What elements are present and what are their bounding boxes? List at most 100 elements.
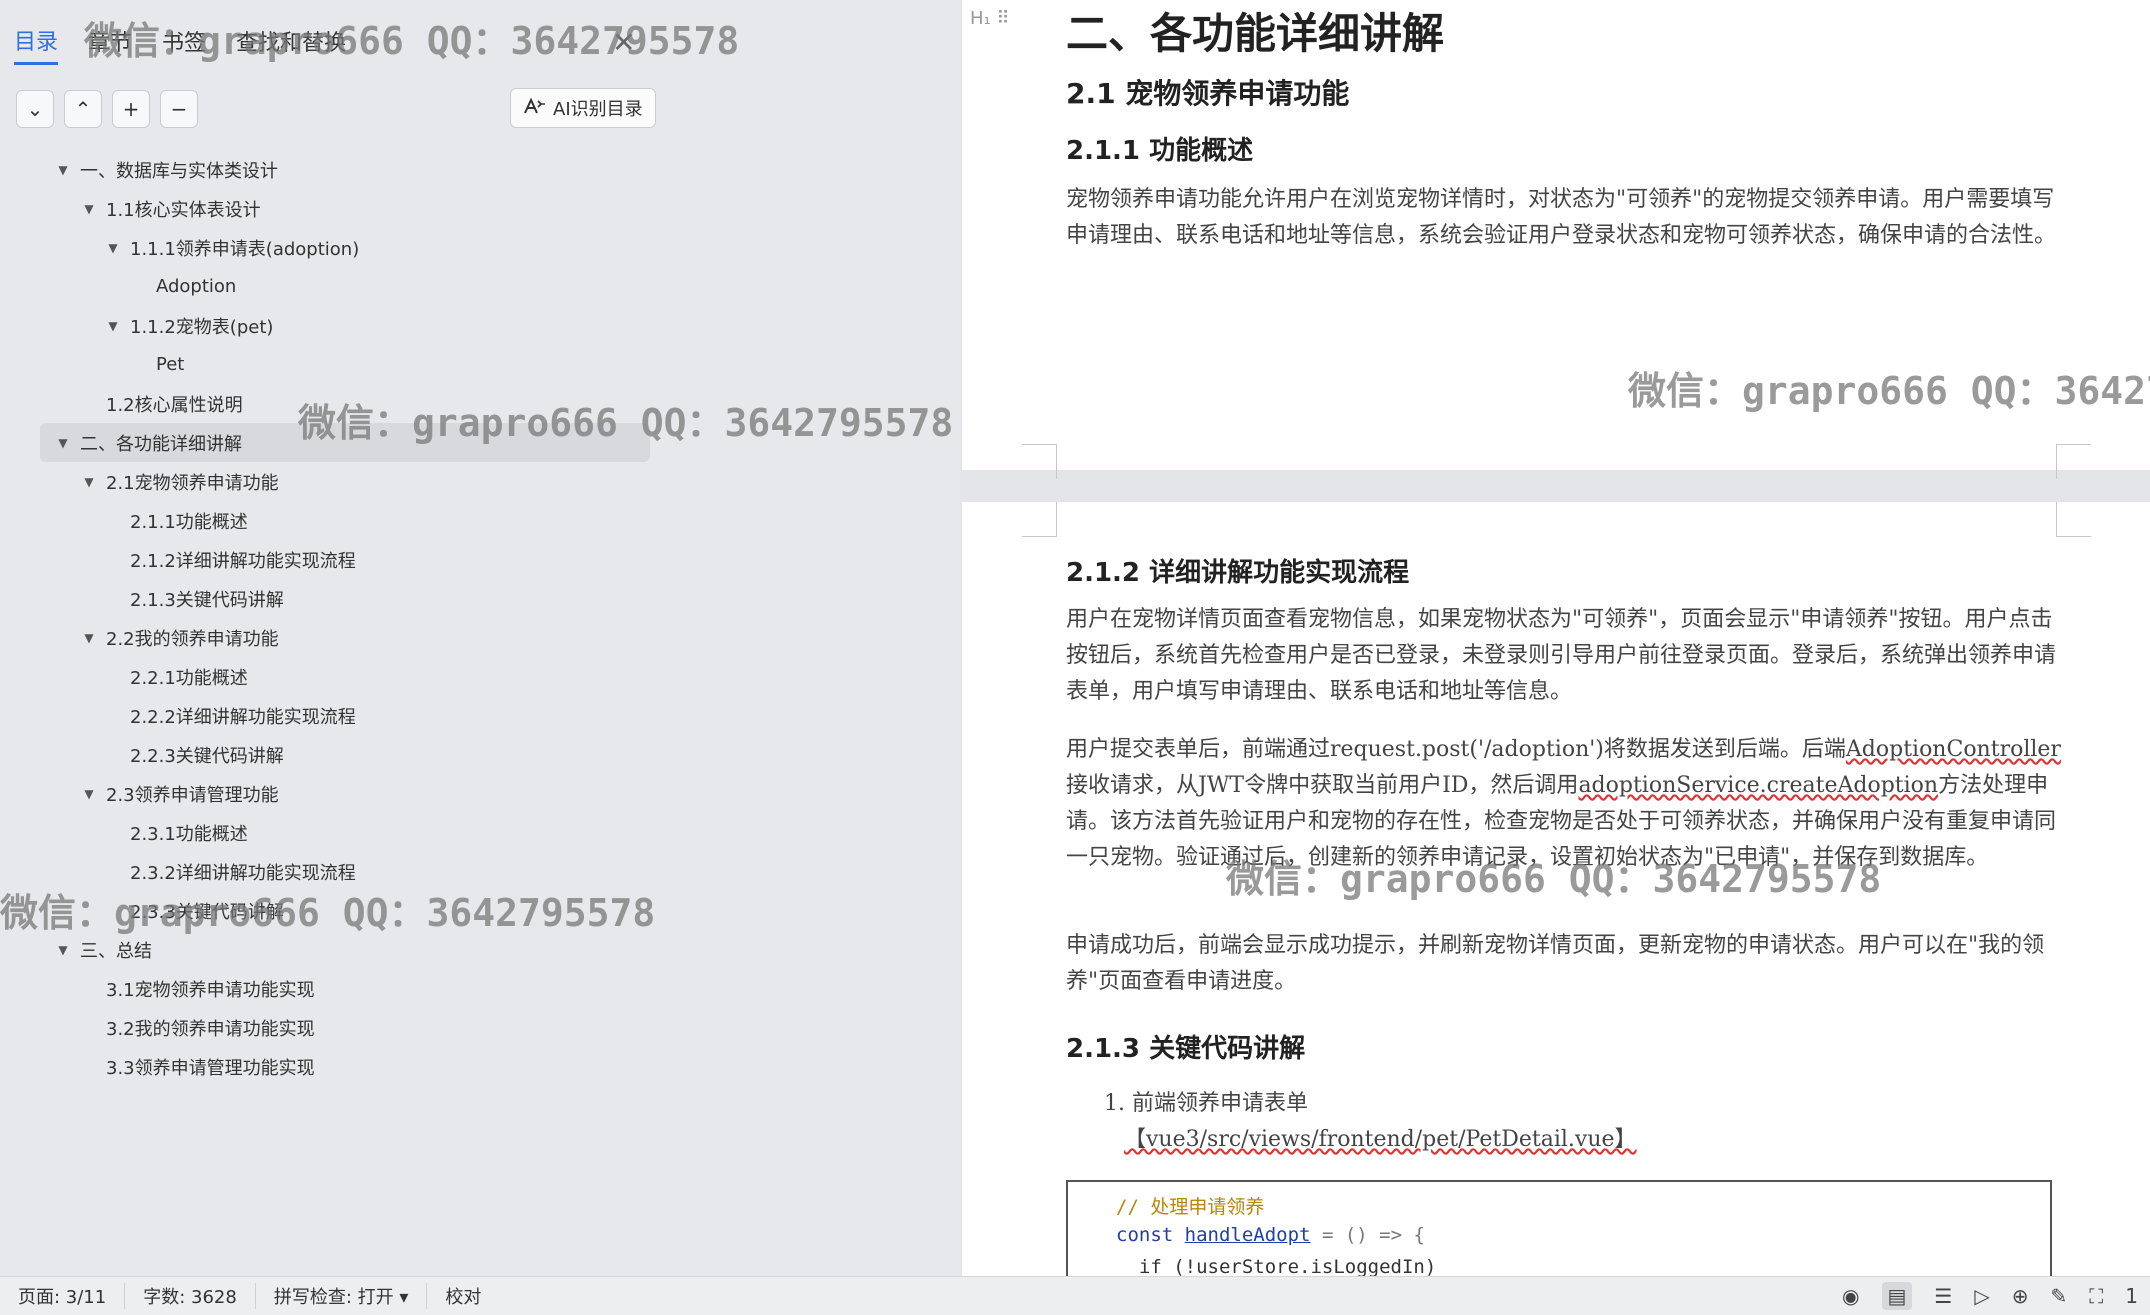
toc-item[interactable]: ▼ 2.3领养申请管理功能 xyxy=(40,774,650,813)
view-controls: ◉ ▤ ☰ ▷ ⊕ ✎ ⛶ 1 xyxy=(1842,1277,2138,1315)
toc-item-label: 2.1.1功能概述 xyxy=(130,511,248,533)
minus-icon[interactable]: − xyxy=(160,90,198,128)
expand-arrow-icon[interactable]: ▼ xyxy=(104,319,122,333)
ai-toc-button[interactable]: AI识别目录 xyxy=(510,88,656,128)
document-page[interactable]: 2.1.2 详细讲解功能实现流程 用户在宠物详情页面查看宠物信息，如果宠物状态为… xyxy=(962,502,2150,1276)
toc-item-label: 1.1.1领养申请表(adoption) xyxy=(130,238,360,260)
toc-item[interactable]: ▼ 1.1核心实体表设计 xyxy=(40,189,650,228)
toc-item[interactable]: ▼Adoption xyxy=(40,267,650,306)
expand-arrow-icon[interactable]: ▼ xyxy=(54,163,72,177)
toc-item[interactable]: ▼ 一、数据库与实体类设计 xyxy=(40,150,650,189)
word-count[interactable]: 字数: 3628 xyxy=(125,1283,256,1309)
toc-item-label: 2.2我的领养申请功能 xyxy=(106,628,279,650)
text-run: 用户提交表单后，前端通过request.post('/adoption')将数据… xyxy=(1066,737,1846,762)
toc-item-label: 3.1宠物领养申请功能实现 xyxy=(106,979,315,1001)
toc-item-label: 2.3.1功能概述 xyxy=(130,823,248,845)
toc-item[interactable]: ▼ 1.1.1领养申请表(adoption) xyxy=(40,228,650,267)
toc-item[interactable]: ▼2.1.1功能概述 xyxy=(40,501,650,540)
tab-find-replace[interactable]: 查找和替换 xyxy=(236,25,346,63)
toc-item[interactable]: ▼2.2.1功能概述 xyxy=(40,657,650,696)
code-line: // 处理申请领养 xyxy=(1116,1196,1265,1218)
fit-icon[interactable]: ⛶ xyxy=(2089,1284,2103,1308)
toc-item[interactable]: ▼2.3.2详细讲解功能实现流程 xyxy=(40,852,650,891)
toc-item[interactable]: ▼ 二、各功能详细讲解 xyxy=(40,423,650,462)
proofread-button[interactable]: 校对 xyxy=(427,1283,499,1309)
chevron-up-icon[interactable]: ⌃ xyxy=(64,90,102,128)
heading-handle-icon[interactable]: H₁ ⠿ xyxy=(970,8,1010,29)
toc-item[interactable]: ▼2.2.2详细讲解功能实现流程 xyxy=(40,696,650,735)
chevron-down-icon[interactable]: ⌄ xyxy=(16,90,54,128)
code-function: handleAdopt xyxy=(1184,1224,1311,1246)
pen-icon[interactable]: ✎ xyxy=(2051,1284,2068,1308)
expand-arrow-icon[interactable]: ▼ xyxy=(54,436,72,450)
toc-item[interactable]: ▼3.2我的领养申请功能实现 xyxy=(40,1008,650,1047)
toc-item[interactable]: ▼ 1.1.2宠物表(pet) xyxy=(40,306,650,345)
toc-item-label: 1.2核心属性说明 xyxy=(106,394,243,416)
navigation-pane: 目录 章节 书签 查找和替换 ✕ ⌄ ⌃ + − AI识别目录 ▼ 一、数据库与实… xyxy=(0,0,960,1276)
globe-icon[interactable]: ⊕ xyxy=(2012,1284,2029,1308)
toc-item[interactable]: ▼2.3.3关键代码讲解 xyxy=(40,891,650,930)
code-ref: AdoptionController xyxy=(1845,737,2061,762)
toc-item-label: 2.3.3关键代码讲解 xyxy=(130,901,284,923)
text-run: 接收请求，从JWT令牌中获取当前用户ID，然后调用 xyxy=(1066,773,1579,798)
paragraph: 申请成功后，前端会显示成功提示，并刷新宠物详情页面，更新宠物的申请状态。用户可以… xyxy=(1066,933,2045,994)
toc-item[interactable]: ▼2.2.3关键代码讲解 xyxy=(40,735,650,774)
eye-icon[interactable]: ◉ xyxy=(1842,1284,1859,1308)
toc-item-label: 二、各功能详细讲解 xyxy=(80,433,242,455)
page-corner-mark xyxy=(1022,502,1057,537)
tab-bookmarks[interactable]: 书签 xyxy=(162,25,206,63)
toc-item-label: 3.3领养申请管理功能实现 xyxy=(106,1057,315,1079)
page-corner-mark xyxy=(1022,444,1057,479)
plus-icon[interactable]: + xyxy=(112,90,150,128)
page-corner-mark xyxy=(2056,502,2091,537)
toc-item-label: 2.1.2详细讲解功能实现流程 xyxy=(130,550,356,572)
page-count[interactable]: 页面: 3/11 xyxy=(0,1283,126,1309)
code-text: = () => { xyxy=(1310,1224,1425,1246)
paragraph: 用户提交表单后，前端通过request.post('/adoption')将数据… xyxy=(1066,732,2066,876)
expand-arrow-icon[interactable]: ▼ xyxy=(104,241,122,255)
expand-arrow-icon[interactable]: ▼ xyxy=(80,475,98,489)
code-line: const handleAdopt = () => { xyxy=(1116,1224,1425,1246)
play-icon[interactable]: ▷ xyxy=(1974,1284,1989,1308)
heading-3: 2.1.1 功能概述 xyxy=(1066,136,1254,166)
toc-item-label: 1.1.2宠物表(pet) xyxy=(130,316,274,338)
toc-item-label: 三、总结 xyxy=(80,940,152,962)
spell-check-toggle[interactable]: 拼写检查: 打开 ▾ xyxy=(256,1283,428,1309)
close-icon[interactable]: ✕ xyxy=(612,26,635,59)
toc-item[interactable]: ▼2.1.3关键代码讲解 xyxy=(40,579,650,618)
toc-item-label: 2.3.2详细讲解功能实现流程 xyxy=(130,862,356,884)
toc-item[interactable]: ▼2.3.1功能概述 xyxy=(40,813,650,852)
code-ref: adoptionService.createAdoption xyxy=(1578,773,1939,798)
toc-item[interactable]: ▼1.2核心属性说明 xyxy=(40,384,650,423)
expand-arrow-icon[interactable]: ▼ xyxy=(54,943,72,957)
paragraph: 宠物领养申请功能允许用户在浏览宠物详情时，对状态为"可领养"的宠物提交领养申请。… xyxy=(1066,187,2057,248)
toc-item[interactable]: ▼ 2.1宠物领养申请功能 xyxy=(40,462,650,501)
code-block[interactable]: // 处理申请领养 const handleAdopt = () => { if… xyxy=(1066,1180,2052,1276)
toc-item[interactable]: ▼3.1宠物领养申请功能实现 xyxy=(40,969,650,1008)
file-path-text: 【vue3/src/views/frontend/pet/PetDetail.v… xyxy=(1124,1127,1637,1152)
toc-item[interactable]: ▼ 2.2我的领养申请功能 xyxy=(40,618,650,657)
toc-item-label: 2.1.3关键代码讲解 xyxy=(130,589,284,611)
expand-arrow-icon[interactable]: ▼ xyxy=(80,787,98,801)
file-path: 【vue3/src/views/frontend/pet/PetDetail.v… xyxy=(1124,1122,2124,1158)
zoom-level[interactable]: 1 xyxy=(2125,1284,2138,1308)
expand-arrow-icon[interactable]: ▼ xyxy=(80,631,98,645)
document-page[interactable]: H₁ ⠿ 二、各功能详细讲解 2.1 宠物领养申请功能 2.1.1 功能概述 宠… xyxy=(962,0,2150,479)
document-area[interactable]: H₁ ⠿ 二、各功能详细讲解 2.1 宠物领养申请功能 2.1.1 功能概述 宠… xyxy=(960,0,2150,1276)
chevron-down-icon: ▾ xyxy=(399,1287,409,1308)
toc-item-label: 2.2.2详细讲解功能实现流程 xyxy=(130,706,356,728)
toc-item[interactable]: ▼3.3领养申请管理功能实现 xyxy=(40,1047,650,1086)
nav-tabs: 目录 章节 书签 查找和替换 xyxy=(14,24,346,65)
toc-item-label: 一、数据库与实体类设计 xyxy=(80,160,278,182)
tab-toc[interactable]: 目录 xyxy=(14,24,59,65)
spell-check-label: 拼写检查: 打开 xyxy=(273,1287,394,1308)
toc-item[interactable]: ▼ 三、总结 xyxy=(40,930,650,969)
toc-item[interactable]: ▼Pet xyxy=(40,345,650,384)
outline-view-icon[interactable]: ☰ xyxy=(1934,1284,1952,1308)
expand-arrow-icon[interactable]: ▼ xyxy=(80,202,98,216)
page-view-icon[interactable]: ▤ xyxy=(1881,1282,1913,1310)
tab-chapters[interactable]: 章节 xyxy=(88,25,132,63)
toc-item[interactable]: ▼2.1.2详细讲解功能实现流程 xyxy=(40,540,650,579)
heading-2: 2.1 宠物领养申请功能 xyxy=(1066,77,1350,110)
page-corner-mark xyxy=(2056,444,2091,479)
